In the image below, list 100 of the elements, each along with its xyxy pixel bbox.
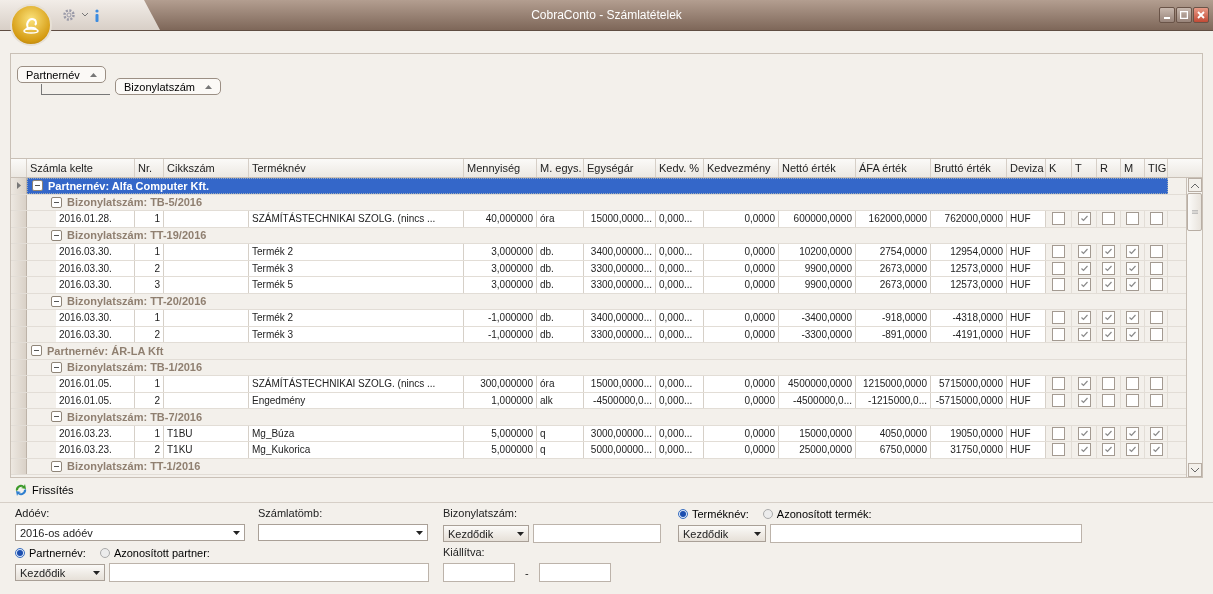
checkbox[interactable] [1126,443,1139,457]
input-field[interactable] [770,524,1082,543]
column-header[interactable]: R [1097,159,1121,177]
radio-option[interactable]: Partnernév: [15,547,86,559]
checkbox[interactable] [1052,261,1065,275]
checkbox[interactable] [1102,245,1115,259]
checkbox[interactable] [1077,393,1091,407]
checkbox[interactable] [1052,278,1065,292]
checkbox[interactable] [1149,377,1163,391]
checkbox[interactable] [1126,393,1139,407]
checkbox[interactable] [1149,278,1163,292]
checkbox[interactable] [1126,377,1139,391]
column-header[interactable]: Nettó érték [779,159,856,177]
date-to-field[interactable] [538,563,611,582]
group-row[interactable]: Partnernév: Alfa Computer Kft. [27,178,1168,194]
group-by-chip[interactable]: Partnernév [17,66,106,83]
column-header[interactable]: M. egys. [537,159,584,177]
radio-dot[interactable] [762,509,773,519]
radio-option[interactable]: Terméknév: [678,508,749,520]
checkbox[interactable] [1102,377,1115,391]
column-header[interactable]: T [1072,159,1097,177]
row-header[interactable] [11,277,27,293]
checkbox[interactable] [1126,212,1139,226]
checkbox[interactable] [1077,426,1091,440]
scroll-down-button[interactable] [1187,463,1202,477]
checkbox[interactable] [1149,261,1163,275]
checkbox[interactable] [1052,212,1065,226]
checkbox[interactable] [1102,278,1115,292]
checkbox[interactable] [1052,377,1065,391]
collapse-icon[interactable] [51,460,62,472]
checkbox[interactable] [1102,311,1115,325]
checkbox[interactable] [1102,261,1115,275]
column-header[interactable]: M [1121,159,1145,177]
checkbox[interactable] [1126,245,1139,259]
checkbox[interactable] [1052,426,1065,440]
checkbox[interactable] [1077,245,1091,259]
match-mode-dropdown[interactable]: Kezdődik [443,525,529,542]
collapse-icon[interactable] [31,345,42,357]
checkbox[interactable] [1102,327,1115,341]
checkbox[interactable] [1102,393,1115,407]
checkbox[interactable] [1149,426,1163,440]
caret-icon[interactable] [82,13,88,17]
checkbox[interactable] [1126,311,1139,325]
checkbox[interactable] [1102,443,1115,457]
scroll-up-button[interactable] [1187,178,1202,192]
checkbox[interactable] [1077,278,1091,292]
column-header[interactable]: ÁFA érték [856,159,931,177]
checkbox[interactable] [1052,327,1065,341]
collapse-icon[interactable] [51,361,62,373]
invoice-block-dropdown[interactable] [258,524,428,541]
checkbox[interactable] [1077,443,1091,457]
info-icon[interactable] [94,8,100,22]
checkbox[interactable] [1077,377,1091,391]
row-header[interactable] [11,244,27,260]
checkbox[interactable] [1149,212,1163,226]
match-mode-dropdown[interactable]: Kezdődik [678,525,766,542]
checkbox[interactable] [1102,212,1115,226]
checkbox[interactable] [1149,443,1163,457]
checkbox[interactable] [1052,443,1065,457]
column-header[interactable]: Deviza [1007,159,1046,177]
tax-year-dropdown[interactable]: 2016-os adóév [15,524,245,541]
gear-icon[interactable] [62,8,76,22]
match-mode-dropdown[interactable]: Kezdődik [15,564,105,581]
collapse-icon[interactable] [51,196,62,208]
row-header[interactable] [11,178,27,194]
app-menu-button[interactable] [10,4,52,46]
collapse-icon[interactable] [51,411,62,423]
row-header[interactable] [11,409,27,425]
checkbox[interactable] [1149,393,1163,407]
collapse-icon[interactable] [51,295,62,307]
collapse-icon[interactable] [32,180,43,192]
checkbox[interactable] [1077,212,1091,226]
checkbox[interactable] [1149,311,1163,325]
column-header[interactable]: Számla kelte [27,159,135,177]
checkbox[interactable] [1077,261,1091,275]
column-header[interactable]: TIG [1145,159,1168,177]
collapse-icon[interactable] [51,229,62,241]
column-header[interactable]: K [1046,159,1072,177]
checkbox[interactable] [1126,261,1139,275]
checkbox[interactable] [1052,393,1065,407]
checkbox[interactable] [1077,327,1091,341]
radio-dot[interactable] [678,509,688,519]
row-header[interactable] [11,376,27,392]
column-header[interactable]: Kedv. % [656,159,704,177]
checkbox[interactable] [1052,245,1065,259]
checkbox[interactable] [1102,426,1115,440]
checkbox[interactable] [1126,278,1139,292]
input-field[interactable] [533,524,661,543]
checkbox[interactable] [1052,311,1065,325]
checkbox[interactable] [1126,426,1139,440]
radio-dot[interactable] [15,548,25,558]
column-header[interactable]: Mennyiség [464,159,537,177]
minimize-button[interactable] [1159,7,1175,23]
input-field[interactable] [109,563,429,582]
column-header[interactable]: Cikkszám [164,159,249,177]
group-by-chip[interactable]: Bizonylatszám [115,78,221,95]
column-header[interactable]: Kedvezmény [704,159,779,177]
maximize-button[interactable] [1176,7,1192,23]
date-from-field[interactable] [443,563,515,582]
close-button[interactable] [1193,7,1209,23]
